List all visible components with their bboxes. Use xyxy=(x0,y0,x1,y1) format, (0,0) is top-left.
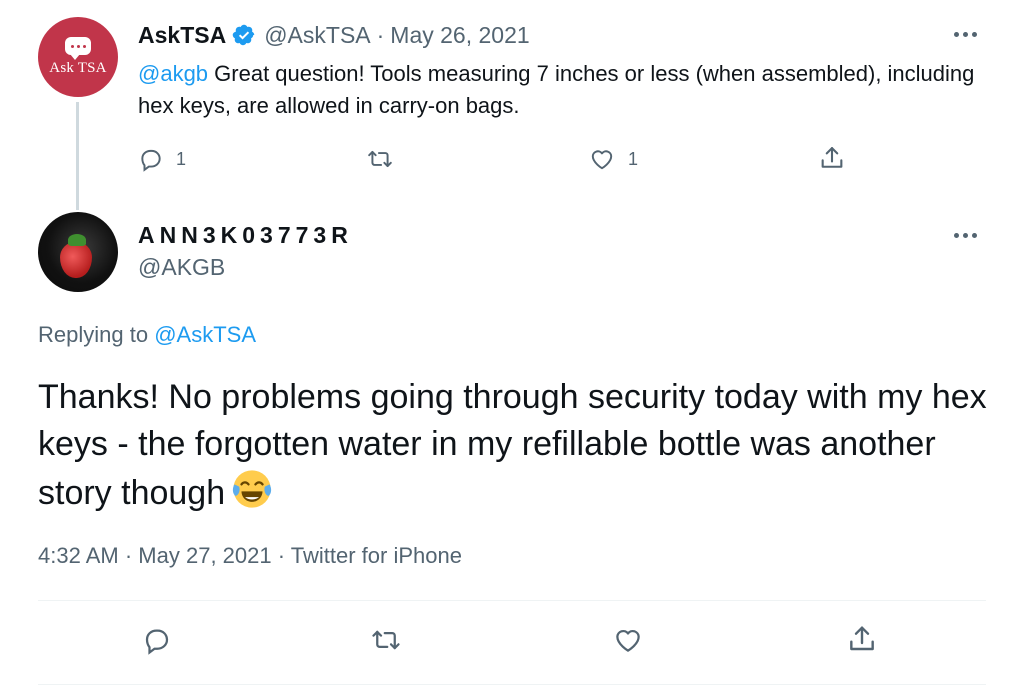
like-button[interactable] xyxy=(612,625,644,655)
replying-to: Replying to @AskTSA xyxy=(38,322,256,348)
parent-tweet-text: @akgb Great question! Tools measuring 7 … xyxy=(138,58,998,122)
avatar-label: Ask TSA xyxy=(49,60,107,76)
like-icon xyxy=(591,150,613,170)
reply-button[interactable]: 1 xyxy=(138,146,186,172)
like-count: 1 xyxy=(628,148,639,169)
meta-separator: · xyxy=(124,543,133,568)
share-button[interactable] xyxy=(846,623,878,655)
reply-handle[interactable]: @AKGB xyxy=(138,254,225,281)
meta-separator: · xyxy=(277,543,286,568)
tweet-date[interactable]: May 27, 2021 xyxy=(138,543,271,568)
asktsa-avatar[interactable]: Ask TSA xyxy=(38,17,118,97)
strawberry-image xyxy=(60,242,92,278)
retweet-button[interactable] xyxy=(370,625,402,655)
mention-link[interactable]: @akgb xyxy=(138,61,208,86)
share-button[interactable] xyxy=(818,144,846,172)
reply-icon xyxy=(145,629,169,655)
parent-display-name[interactable]: AskTSA xyxy=(138,22,226,49)
share-icon xyxy=(821,147,843,168)
reply-count: 1 xyxy=(176,148,187,169)
retweet-button[interactable] xyxy=(366,146,394,172)
reply-tweet-text: Thanks! No problems going through securi… xyxy=(38,374,998,517)
thread-line xyxy=(76,102,79,210)
reply-icon xyxy=(141,149,161,172)
like-icon xyxy=(616,629,640,652)
parent-tweet-header: AskTSA @AskTSA · May 26, 2021 xyxy=(138,20,530,50)
parent-tweet-body: Great question! Tools measuring 7 inches… xyxy=(138,61,975,118)
reply-button[interactable] xyxy=(142,625,172,655)
parent-date[interactable]: May 26, 2021 xyxy=(390,22,529,49)
reply-tweet-body: Thanks! No problems going through securi… xyxy=(38,378,987,512)
tweet-source[interactable]: Twitter for iPhone xyxy=(291,543,462,568)
divider xyxy=(38,600,986,601)
replying-to-link[interactable]: @AskTSA xyxy=(154,322,256,347)
meta-separator: · xyxy=(376,21,385,48)
ann3k-avatar[interactable] xyxy=(38,212,118,292)
reply-display-name[interactable]: ANN3K03773R xyxy=(138,222,353,249)
retweet-icon xyxy=(372,630,400,650)
parent-handle[interactable]: @AskTSA xyxy=(264,22,370,49)
more-icon[interactable] xyxy=(950,24,980,44)
chat-bubble-icon xyxy=(65,37,91,60)
face-with-tears-of-joy-emoji xyxy=(232,470,272,508)
like-button[interactable]: 1 xyxy=(588,146,638,172)
tweet-time[interactable]: 4:32 AM xyxy=(38,543,119,568)
more-icon[interactable] xyxy=(950,225,980,245)
verified-badge-icon xyxy=(232,24,255,46)
tweet-timestamp: 4:32 AM · May 27, 2021 · Twitter for iPh… xyxy=(38,543,462,569)
retweet-icon xyxy=(368,150,392,168)
replying-prefix: Replying to xyxy=(38,322,149,347)
share-icon xyxy=(850,626,874,651)
divider xyxy=(38,684,986,685)
